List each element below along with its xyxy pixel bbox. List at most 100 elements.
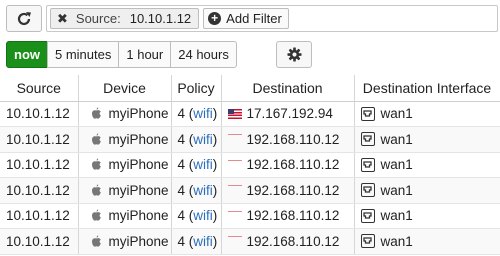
source-value: 10.10.1.12	[6, 131, 70, 147]
filter-chip-source: ✖ Source: 10.10.1.12	[50, 8, 200, 29]
time-range-selector: now 5 minutes 1 hour 24 hours	[6, 41, 237, 68]
cell-source: 10.10.1.12	[0, 126, 79, 153]
destination-value: 192.168.110.12	[246, 233, 340, 249]
policy-link[interactable]: wifi	[193, 208, 213, 223]
column-header-destination[interactable]: Destination	[221, 75, 355, 102]
cell-source: 10.10.1.12	[0, 101, 79, 127]
apple-icon	[91, 133, 102, 146]
cell-policy: 4 (wifi)	[171, 228, 222, 255]
network-port-icon	[360, 132, 375, 147]
cell-policy: 4 (wifi)	[171, 177, 222, 204]
cell-destination-interface: wan1	[354, 203, 500, 229]
time-option-now[interactable]: now	[6, 41, 48, 68]
gear-icon	[286, 47, 302, 62]
destination-value: 17.167.192.94	[246, 106, 333, 122]
table-row[interactable]: 10.10.1.12 myiPhone 4 (wifi) 192.168.110…	[0, 152, 500, 178]
cell-policy: 4 (wifi)	[171, 126, 222, 153]
add-filter-button[interactable]: + Add Filter	[203, 8, 289, 29]
time-option-1-hour[interactable]: 1 hour	[118, 41, 172, 68]
table-row[interactable]: 10.10.1.12 myiPhone 4 (wifi) 192.168.110…	[0, 228, 500, 255]
network-port-icon	[360, 208, 375, 223]
policy-link[interactable]: wifi	[193, 157, 213, 172]
table-row[interactable]: 10.10.1.12 myiPhone 4 (wifi) 192.168.110…	[0, 126, 500, 153]
apple-icon	[91, 158, 102, 171]
source-value: 10.10.1.12	[6, 106, 70, 122]
time-option-5-minutes[interactable]: 5 minutes	[47, 41, 120, 68]
cell-device: myiPhone	[78, 203, 172, 229]
policy-link[interactable]: wifi	[193, 106, 213, 121]
source-value: 10.10.1.12	[6, 233, 70, 249]
cell-policy: 4 (wifi)	[171, 203, 222, 229]
interface-name: wan1	[380, 233, 413, 249]
network-port-icon	[360, 106, 375, 121]
cell-destination-interface: wan1	[354, 126, 500, 153]
column-header-policy[interactable]: Policy	[171, 75, 222, 102]
settings-button[interactable]	[276, 41, 312, 68]
private-flag-icon	[227, 236, 242, 246]
cell-policy: 4 (wifi)	[171, 101, 222, 127]
cell-device: myiPhone	[78, 101, 172, 127]
cell-device: myiPhone	[78, 126, 172, 153]
cell-source: 10.10.1.12	[0, 152, 79, 178]
cell-device: myiPhone	[78, 228, 172, 255]
filter-chip-value: 10.10.1.12	[129, 11, 192, 26]
column-header-source[interactable]: Source	[0, 75, 79, 102]
column-header-device[interactable]: Device	[78, 75, 172, 102]
apple-icon	[91, 235, 102, 248]
cell-device: myiPhone	[78, 177, 172, 204]
policy-link[interactable]: wifi	[193, 183, 213, 198]
close-icon[interactable]: ✖	[57, 11, 68, 27]
cell-device: myiPhone	[78, 152, 172, 178]
policy-number: 4	[177, 106, 186, 122]
network-port-icon	[360, 183, 375, 198]
refresh-button[interactable]	[6, 5, 42, 32]
cell-destination: 192.168.110.12	[221, 126, 355, 153]
destination-value: 192.168.110.12	[246, 208, 340, 224]
refresh-icon	[17, 11, 31, 25]
policy-number: 4	[177, 233, 186, 249]
device-name: myiPhone	[108, 182, 169, 198]
table-header-row: Source Device Policy Destination Destina…	[0, 75, 500, 102]
cell-destination-interface: wan1	[354, 152, 500, 178]
plus-circle-icon: +	[208, 12, 222, 25]
apple-icon	[91, 184, 102, 197]
policy-link[interactable]: wifi	[193, 132, 213, 147]
private-flag-icon	[227, 210, 242, 221]
interface-name: wan1	[380, 131, 413, 147]
filter-bar[interactable]: ✖ Source: 10.10.1.12 + Add Filter	[46, 5, 498, 32]
apple-icon	[91, 107, 102, 120]
cell-policy: 4 (wifi)	[171, 152, 222, 178]
cell-destination: 17.167.192.94	[221, 101, 355, 127]
policy-number: 4	[177, 131, 186, 147]
filter-chip-key: Source:	[75, 11, 121, 26]
policy-link[interactable]: wifi	[193, 234, 213, 249]
network-port-icon	[360, 234, 375, 249]
device-name: myiPhone	[108, 233, 169, 249]
policy-number: 4	[177, 157, 186, 173]
interface-name: wan1	[380, 157, 413, 173]
device-name: myiPhone	[108, 131, 169, 147]
interface-name: wan1	[380, 182, 413, 198]
policy-number: 4	[177, 208, 186, 224]
time-option-24-hours[interactable]: 24 hours	[170, 41, 237, 68]
table-row[interactable]: 10.10.1.12 myiPhone 4 (wifi) 192.168.110…	[0, 203, 500, 229]
cell-destination: 192.168.110.12	[221, 228, 355, 255]
destination-value: 192.168.110.12	[246, 182, 340, 198]
table-row[interactable]: 10.10.1.12 myiPhone 4 (wifi) 192.168.110…	[0, 177, 500, 204]
column-header-destination-interface[interactable]: Destination Interface	[354, 75, 500, 102]
device-name: myiPhone	[108, 208, 169, 224]
destination-value: 192.168.110.12	[246, 157, 340, 173]
cell-destination-interface: wan1	[354, 228, 500, 255]
cell-destination: 192.168.110.12	[221, 177, 355, 204]
policy-number: 4	[177, 182, 186, 198]
table-row[interactable]: 10.10.1.12 myiPhone 4 (wifi) 17.167.192.…	[0, 101, 500, 127]
cell-source: 10.10.1.12	[0, 203, 79, 229]
private-flag-icon	[227, 159, 242, 170]
cell-destination-interface: wan1	[354, 101, 500, 127]
cell-destination-interface: wan1	[354, 177, 500, 204]
source-value: 10.10.1.12	[6, 157, 70, 173]
cell-destination: 192.168.110.12	[221, 152, 355, 178]
private-flag-icon	[227, 185, 242, 195]
interface-name: wan1	[380, 106, 413, 122]
add-filter-label: Add Filter	[226, 11, 282, 26]
